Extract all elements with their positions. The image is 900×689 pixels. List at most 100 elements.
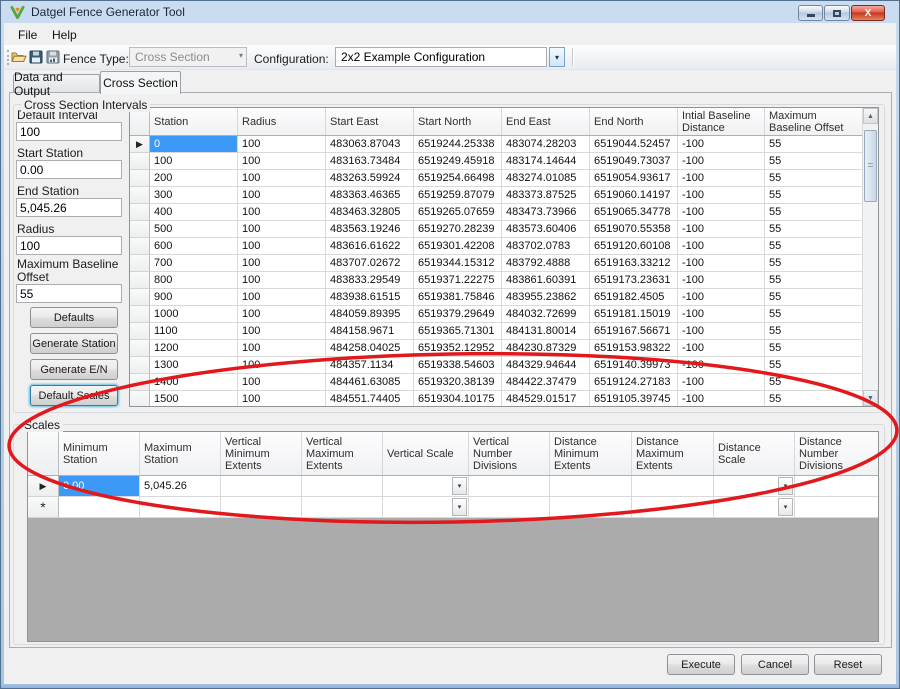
cell[interactable]: 6519060.14197 [590, 187, 678, 204]
cell[interactable]: 55 [765, 323, 862, 340]
cell[interactable]: 484032.72699 [502, 306, 590, 323]
cell[interactable]: 500 [150, 221, 238, 238]
row-header[interactable]: ▶ [130, 136, 150, 153]
column-header[interactable]: Station [150, 108, 238, 135]
generate-station-button[interactable]: Generate Station [30, 333, 118, 354]
cell[interactable]: 100 [238, 340, 326, 357]
menu-help[interactable]: Help [43, 25, 86, 44]
row-header[interactable] [130, 204, 150, 221]
cell[interactable]: 6519338.54603 [414, 357, 502, 374]
column-header[interactable]: Maximum Baseline Offset [765, 108, 862, 135]
cell[interactable]: 1200 [150, 340, 238, 357]
cell[interactable]: 483938.61515 [326, 289, 414, 306]
cell[interactable]: 6519304.10175 [414, 391, 502, 406]
cell[interactable]: 55 [765, 357, 862, 374]
cell[interactable]: 484258.04025 [326, 340, 414, 357]
cell[interactable] [795, 476, 878, 497]
cell[interactable]: 100 [150, 153, 238, 170]
cell[interactable]: 0 [150, 136, 238, 153]
cell[interactable] [469, 497, 550, 518]
cell[interactable]: 1400 [150, 374, 238, 391]
cell[interactable]: 6519352.12952 [414, 340, 502, 357]
cell[interactable]: 483174.14644 [502, 153, 590, 170]
cell[interactable] [221, 497, 302, 518]
cell[interactable]: 100 [238, 204, 326, 221]
cell[interactable]: 6519344.15312 [414, 255, 502, 272]
cell[interactable]: 484529.01517 [502, 391, 590, 406]
cell[interactable]: 100 [238, 238, 326, 255]
cell[interactable]: 6519167.56671 [590, 323, 678, 340]
cell[interactable]: 100 [238, 255, 326, 272]
cell[interactable]: 600 [150, 238, 238, 255]
cell[interactable]: 55 [765, 374, 862, 391]
cell[interactable]: 100 [238, 357, 326, 374]
cell[interactable]: -100 [678, 272, 765, 289]
intervals-grid[interactable]: StationRadiusStart EastStart NorthEnd Ea… [129, 107, 879, 407]
cell[interactable]: 6519181.15019 [590, 306, 678, 323]
row-header[interactable] [130, 221, 150, 238]
cell[interactable] [469, 476, 550, 497]
cell[interactable]: 6519270.28239 [414, 221, 502, 238]
cell[interactable] [302, 476, 383, 497]
column-header[interactable]: End North [590, 108, 678, 135]
row-header[interactable] [130, 323, 150, 340]
close-button[interactable]: X [851, 5, 885, 21]
cell[interactable]: 6519049.73037 [590, 153, 678, 170]
cell[interactable]: 100 [238, 272, 326, 289]
reset-button[interactable]: Reset [814, 654, 882, 675]
cell[interactable]: 483363.46365 [326, 187, 414, 204]
cell[interactable]: 100 [238, 374, 326, 391]
row-header[interactable] [130, 374, 150, 391]
cell[interactable]: 55 [765, 272, 862, 289]
cell[interactable]: 483263.59924 [326, 170, 414, 187]
row-header[interactable] [130, 272, 150, 289]
cell[interactable]: 1500 [150, 391, 238, 406]
column-header[interactable]: Start North [414, 108, 502, 135]
cell[interactable]: 6519301.42208 [414, 238, 502, 255]
column-header[interactable]: Distance Scale [714, 432, 795, 475]
cell[interactable]: -100 [678, 170, 765, 187]
cell[interactable]: 100 [238, 306, 326, 323]
cell[interactable]: 100 [238, 323, 326, 340]
scroll-thumb[interactable] [864, 130, 877, 202]
column-header[interactable]: Minimum Station [59, 432, 140, 475]
cell[interactable]: 483861.60391 [502, 272, 590, 289]
cell[interactable]: 483616.61622 [326, 238, 414, 255]
cell[interactable]: 6519371.22275 [414, 272, 502, 289]
cell[interactable]: 55 [765, 391, 862, 406]
cell[interactable]: -100 [678, 187, 765, 204]
cell[interactable]: 55 [765, 170, 862, 187]
cell[interactable]: 483373.87525 [502, 187, 590, 204]
row-header[interactable] [130, 153, 150, 170]
row-header[interactable] [130, 255, 150, 272]
cell[interactable]: 55 [765, 238, 862, 255]
column-header[interactable]: Start East [326, 108, 414, 135]
cell[interactable]: 6519182.4505 [590, 289, 678, 306]
row-header[interactable] [130, 357, 150, 374]
column-header[interactable]: Vertical Number Divisions [469, 432, 550, 475]
cell[interactable]: 6519070.55358 [590, 221, 678, 238]
cell[interactable]: 400 [150, 204, 238, 221]
vertical-scrollbar[interactable]: ▲ ▼ [862, 108, 878, 406]
cell[interactable]: 55 [765, 153, 862, 170]
cell[interactable]: 483274.01085 [502, 170, 590, 187]
column-header[interactable]: Radius [238, 108, 326, 135]
cell[interactable]: ▾ [383, 497, 469, 518]
cell[interactable]: 483074.28203 [502, 136, 590, 153]
cell[interactable]: 483573.60406 [502, 221, 590, 238]
maximize-button[interactable] [824, 5, 850, 21]
cell[interactable]: 484131.80014 [502, 323, 590, 340]
cell[interactable]: 483473.73966 [502, 204, 590, 221]
row-header[interactable]: ▶ [28, 476, 59, 497]
execute-button[interactable]: Execute [667, 654, 735, 675]
cell[interactable]: 6519259.87079 [414, 187, 502, 204]
cell[interactable]: 100 [238, 136, 326, 153]
default-interval-field[interactable] [16, 122, 122, 141]
dropdown-button[interactable]: ▾ [778, 477, 793, 495]
tab-data-and-output[interactable]: Data and Output [13, 74, 100, 92]
cell[interactable]: 483792.4888 [502, 255, 590, 272]
cell[interactable]: 483833.29549 [326, 272, 414, 289]
cell[interactable]: 483563.19246 [326, 221, 414, 238]
dropdown-button[interactable]: ▾ [452, 498, 467, 516]
cell[interactable]: 6519054.93617 [590, 170, 678, 187]
